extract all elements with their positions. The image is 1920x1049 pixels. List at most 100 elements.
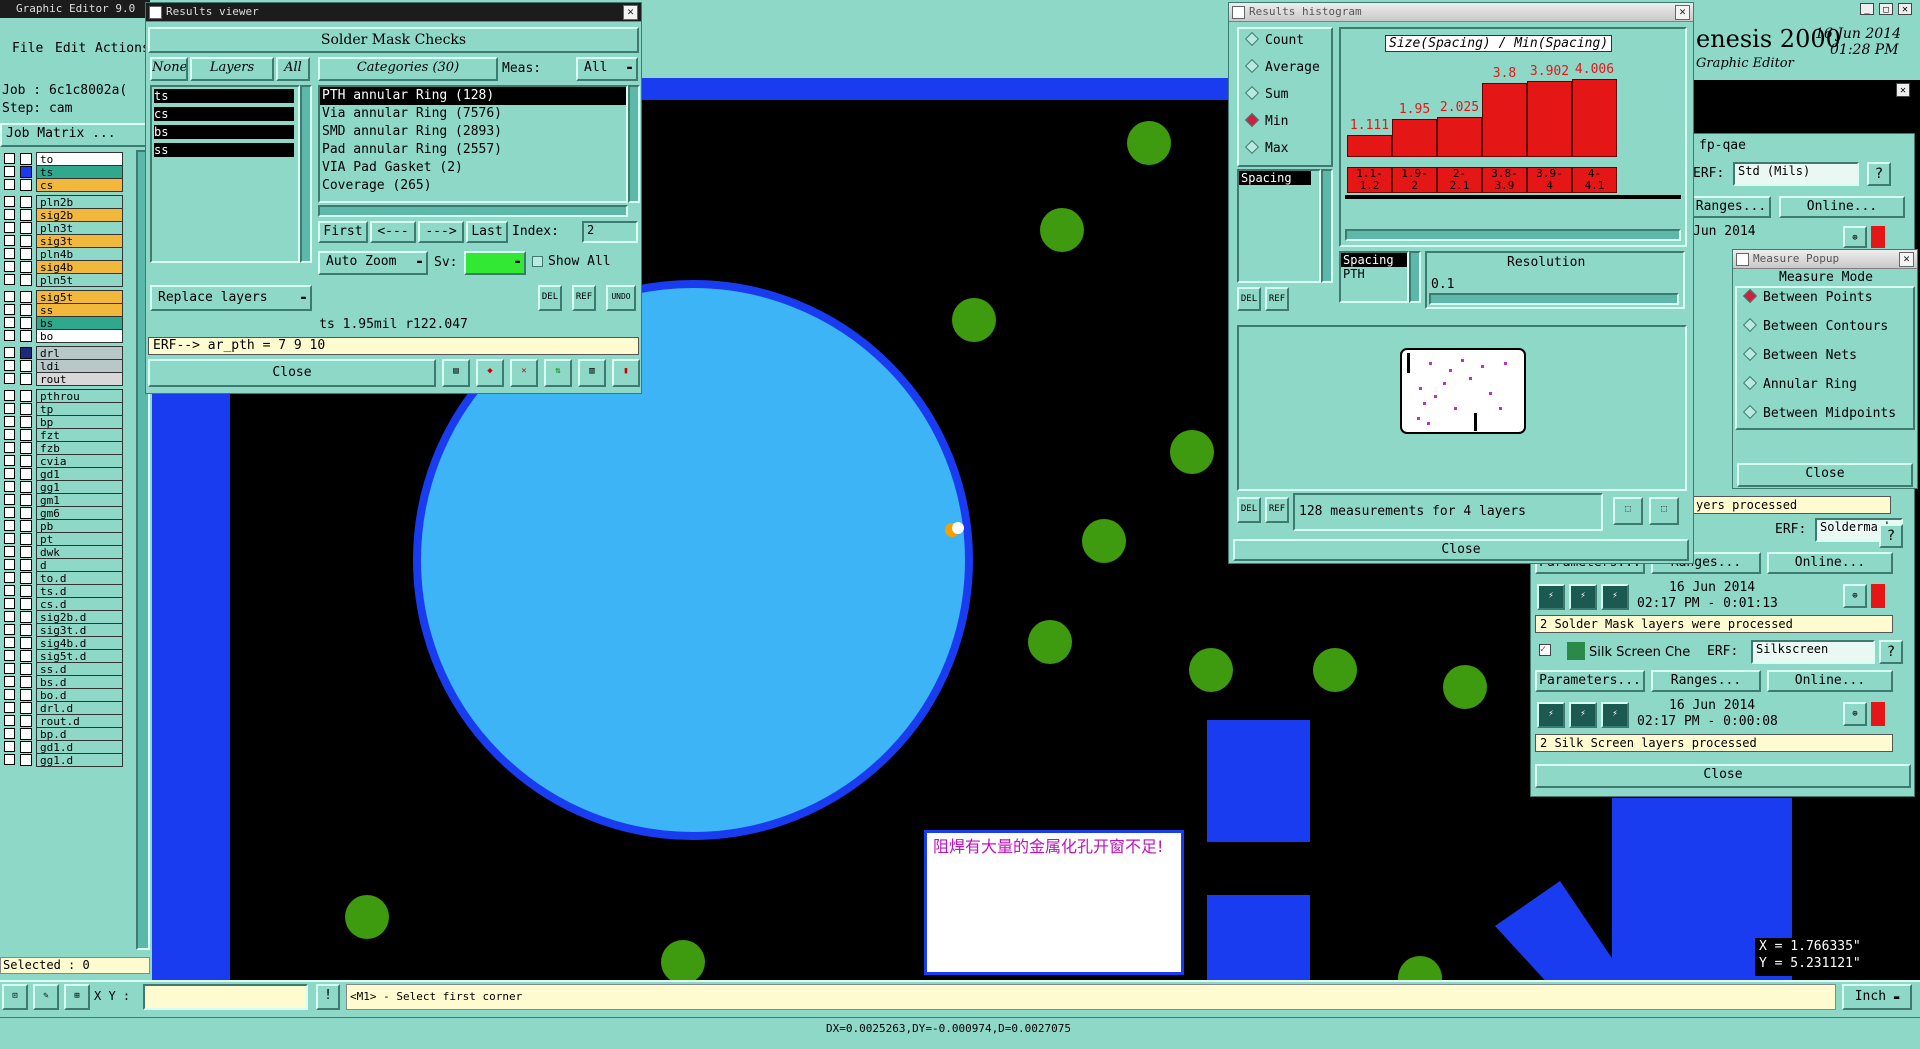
layer-name[interactable]: cs [36,178,123,192]
draw-tool-icon[interactable]: ✎ [33,984,59,1010]
category-scrollbar[interactable] [628,85,640,203]
mode-between-contours[interactable]: Between Contours [1741,317,1888,337]
layer-checkbox[interactable] [4,559,15,570]
layer-color-swatch[interactable] [20,330,32,342]
layer-checkbox[interactable] [4,274,15,285]
results-viewer-close-icon[interactable]: ✕ [623,5,638,20]
parameters-button-ss[interactable]: Parameters... [1535,670,1645,692]
online-button-ss[interactable]: Online... [1767,670,1893,692]
layer-checkbox[interactable] [4,624,15,635]
measure-close-button[interactable]: Close [1737,463,1913,487]
layer-checkbox[interactable] [4,196,15,207]
layer-row[interactable]: cs.d [2,597,123,611]
ref-icon-2[interactable]: REF [1265,497,1289,523]
run-icon-sm-1[interactable]: ⚡ [1537,584,1565,610]
layer-name[interactable]: sig2b [36,208,123,222]
grid-tool-icon[interactable]: ⊞ [64,984,90,1010]
mode-between-midpoints[interactable]: Between Midpoints [1741,404,1896,424]
layer-row[interactable]: bo.d [2,688,123,702]
layer-row[interactable]: ts [2,165,123,179]
layer-name[interactable]: cs.d [36,597,123,611]
layer-checkbox[interactable] [4,153,15,164]
layer-color-swatch[interactable] [20,611,32,623]
layer-checkbox[interactable] [4,222,15,233]
zoom-result-icon-ss[interactable]: ⊕ [1843,702,1867,726]
minimize-icon[interactable]: _ [1860,3,1874,15]
layer-checkbox[interactable] [4,650,15,661]
highlight-tool-icon[interactable]: ◆ [476,359,504,387]
layer-name[interactable]: sig4b.d [36,636,123,650]
layer-name[interactable]: fzt [36,428,123,442]
layer-row[interactable]: bo [2,329,123,343]
layer-checkbox[interactable] [4,637,15,648]
layer-checkbox[interactable] [4,347,15,358]
category-pad[interactable]: Pad annular Ring (2557) [320,141,626,159]
layer-checkbox[interactable] [4,291,15,302]
layer-name[interactable]: dwk [36,545,123,559]
layer-row[interactable]: pthrou [2,389,123,403]
layer-color-swatch[interactable] [20,546,32,558]
layer-row[interactable]: sig5t.d [2,649,123,663]
layer-color-swatch[interactable] [20,650,32,662]
layer-name[interactable]: d [36,558,123,572]
histogram-close-icon[interactable]: ✕ [1675,5,1690,20]
category-via-gasket[interactable]: VIA Pad Gasket (2) [320,159,626,177]
layer-name[interactable]: bo [36,329,123,343]
layer-checkbox[interactable] [4,611,15,622]
layer-row[interactable]: gg1.d [2,753,123,767]
layer-name[interactable]: pthrou [36,389,123,403]
layer-checkbox[interactable] [4,248,15,259]
layer-row[interactable]: bs.d [2,675,123,689]
xy-input[interactable] [143,984,308,1010]
measure-close-icon[interactable]: ✕ [1899,252,1914,267]
run-icon-sm-3[interactable]: ⚡ [1601,584,1629,610]
ref-icon[interactable]: REF [572,285,596,311]
layer-checkbox[interactable] [4,754,15,765]
layer-name[interactable]: cvia [36,454,123,468]
layer-color-swatch[interactable] [20,494,32,506]
layer-color-swatch[interactable] [20,403,32,415]
chart-scrollbar[interactable] [1345,229,1681,241]
layer-color-swatch[interactable] [20,715,32,727]
category-smd[interactable]: SMD annular Ring (2893) [320,123,626,141]
mode-between-points[interactable]: Between Points [1741,288,1873,308]
layer-color-swatch[interactable] [20,360,32,372]
layer-checkbox[interactable] [4,663,15,674]
layer-checkbox[interactable] [4,533,15,544]
layer-row[interactable]: d [2,558,123,572]
layer-checkbox[interactable] [4,442,15,453]
online-button-sm[interactable]: Online... [1767,552,1893,574]
histogram-bar[interactable] [1347,135,1392,157]
sv-color-dropdown[interactable]: ▬ [464,251,526,275]
meas-dropdown[interactable]: All ▬ [576,57,638,81]
silkscreen-check-toggle[interactable]: ✓ [1539,644,1551,656]
layer-color-swatch[interactable] [20,274,32,286]
online-button-1[interactable]: Online... [1779,196,1905,218]
layer-row[interactable]: ss [2,303,123,317]
result-layer-ts[interactable]: ts [154,89,294,103]
layer-name[interactable]: gd1 [36,467,123,481]
layer-name[interactable]: drl.d [36,701,123,715]
menu-edit[interactable]: Edit [55,41,86,56]
category-listbox[interactable]: PTH annular Ring (128) Via annular Ring … [318,85,628,203]
results-viewer-close-button[interactable]: Close [148,359,436,387]
layer-name[interactable]: fzb [36,441,123,455]
layer-color-swatch[interactable] [20,559,32,571]
layer-name[interactable]: pt [36,532,123,546]
del-icon[interactable]: DEL [1237,287,1261,311]
layer-color-swatch[interactable] [20,702,32,714]
histogram-close-button[interactable]: Close [1233,539,1689,561]
panel-close-icon[interactable]: ✕ [1896,83,1910,97]
layer-row[interactable]: pln3t [2,221,123,235]
layer-color-swatch[interactable] [20,196,32,208]
layer-name[interactable]: tp [36,402,123,416]
undo-icon[interactable]: UNDO [606,285,636,311]
layer-checkbox[interactable] [4,728,15,739]
layers-tool-icon[interactable]: ▤ [442,359,470,387]
layer-checkbox[interactable] [4,598,15,609]
layer-color-swatch[interactable] [20,416,32,428]
layer-row[interactable]: drl.d [2,701,123,715]
layer-checkbox[interactable] [4,373,15,384]
layer-color-swatch[interactable] [20,520,32,532]
clear-tool-icon[interactable]: ✕ [510,359,538,387]
